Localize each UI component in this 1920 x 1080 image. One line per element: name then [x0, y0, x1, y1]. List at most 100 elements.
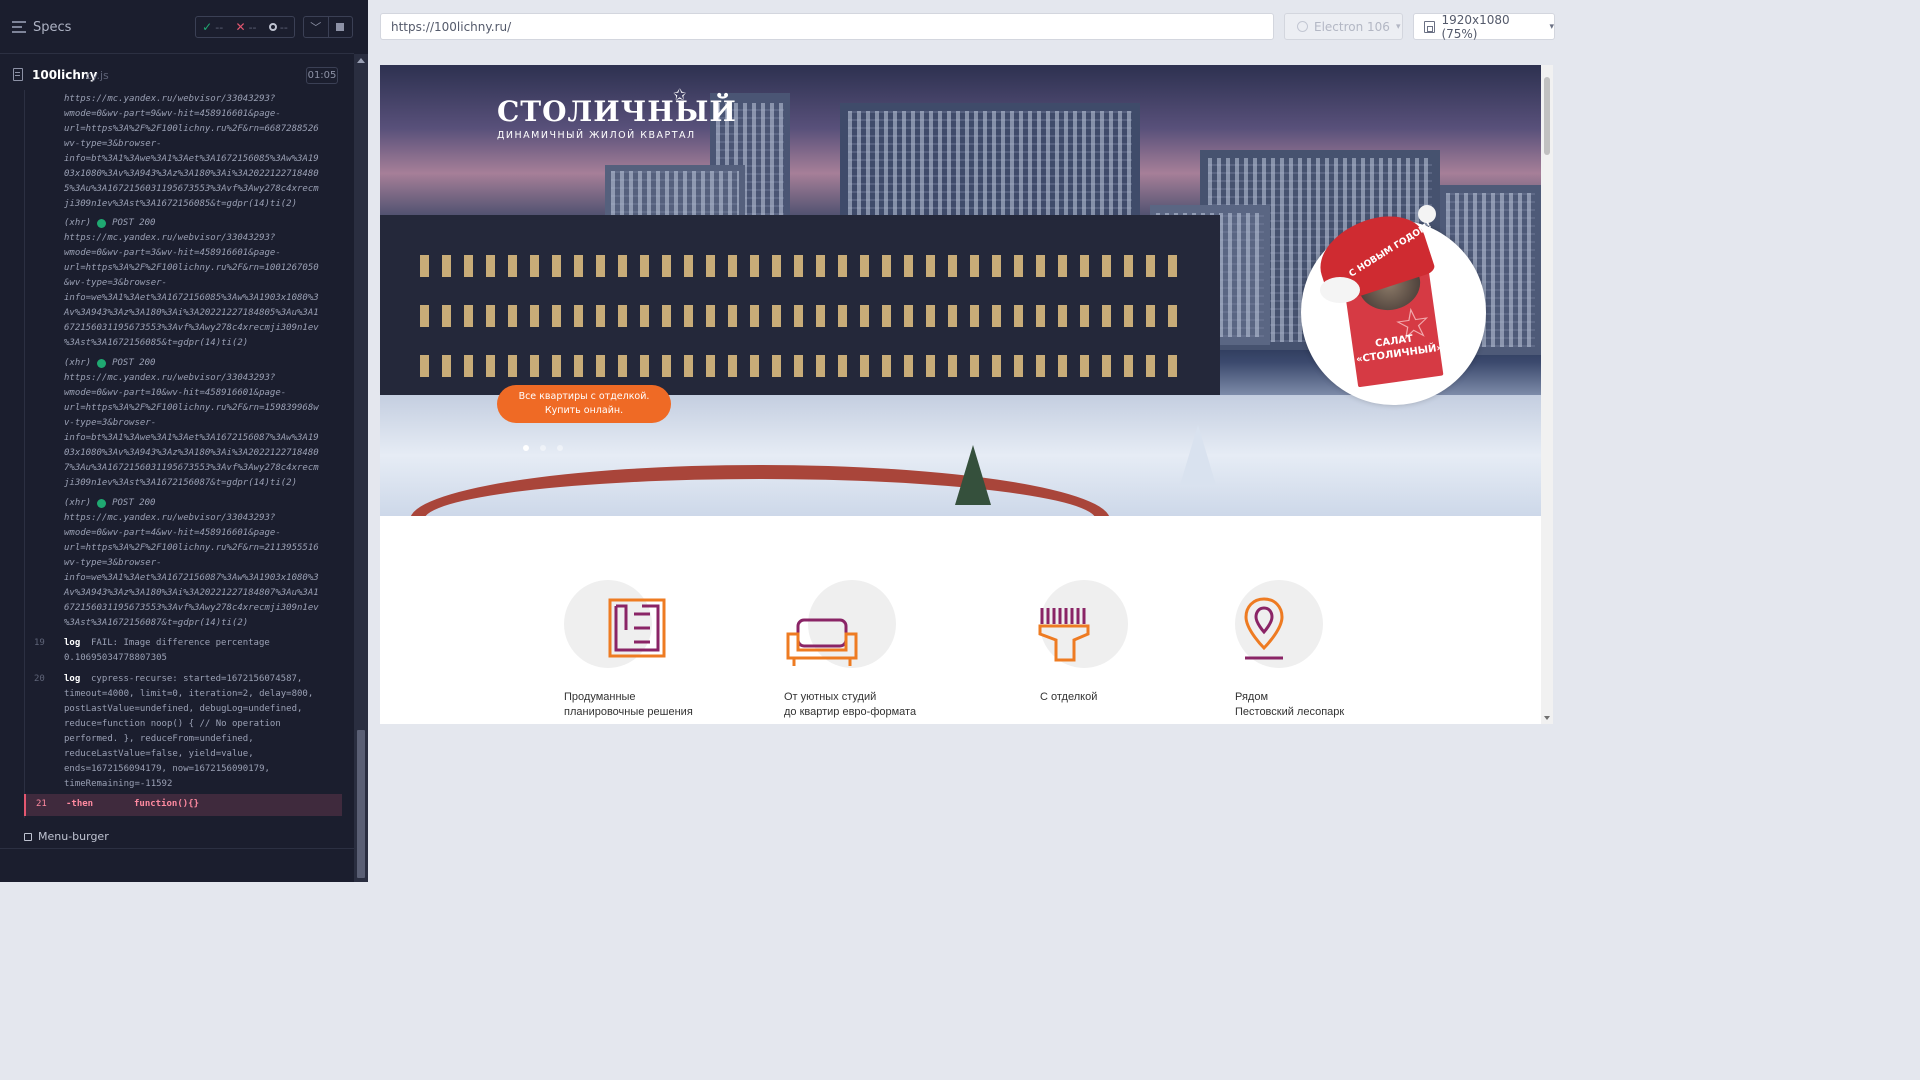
command-name: -then — [66, 799, 94, 809]
cta-line1: Все квартиры с отделкой. — [518, 391, 650, 402]
xhr-url: https://mc.yandex.ru/webvisor/33043293? … — [64, 94, 319, 209]
url-bar[interactable]: https://100lichny.ru/ — [380, 13, 1274, 40]
command-log-scrollbar[interactable] — [354, 54, 368, 882]
status-dot-icon — [97, 499, 107, 508]
snowy-tree — [1180, 425, 1216, 485]
command-message: FAIL: Image difference percentage 0.1069… — [64, 638, 270, 663]
command-message: function(){} — [134, 799, 200, 809]
collapse-button[interactable]: ﹀ — [304, 17, 328, 37]
star-icon: ✩ — [673, 85, 687, 104]
xhr-status: POST 200 — [112, 218, 156, 228]
cta-button[interactable]: Все квартиры с отделкой. Купить онлайн. — [497, 385, 671, 423]
electron-icon — [1297, 21, 1308, 32]
app-under-test[interactable]: СТОЛИЧНЫЙ ДИНАМИЧНЫЙ ЖИЛОЙ КВАРТАЛ ✩ Все… — [380, 65, 1553, 724]
xhr-type: (xhr) — [64, 498, 92, 508]
spec-duration: 01:05 — [306, 67, 338, 84]
test-checkbox-icon — [24, 832, 32, 841]
spec-file-row[interactable]: 100lichny .cy.js 01:05 — [0, 62, 354, 90]
feature-label: С отделкой — [1040, 690, 1240, 705]
feature-line1: С отделкой — [1040, 691, 1098, 703]
divider — [0, 848, 354, 849]
log-entry[interactable]: https://mc.yandex.ru/webvisor/33043293? … — [24, 92, 342, 212]
command-number: 21 — [36, 799, 47, 809]
slider-dot[interactable] — [523, 445, 529, 451]
xhr-status: POST 200 — [112, 498, 156, 508]
feature-label: Рядом Пестовский лесопарк — [1235, 690, 1435, 720]
pending-count: -- — [279, 20, 288, 34]
xhr-label: (xhr) POST 200 — [64, 496, 155, 511]
test-title-label: Menu-burger — [38, 830, 109, 843]
hero-banner[interactable]: СТОЛИЧНЫЙ ДИНАМИЧНЫЙ ЖИЛОЙ КВАРТАЛ ✩ Все… — [380, 65, 1541, 516]
pending-circle-icon — [268, 23, 277, 31]
feature-label: От уютных студий до квартир евро-формата — [784, 690, 984, 720]
specs-label: Specs — [33, 19, 72, 35]
xhr-url: https://mc.yandex.ru/webvisor/33043293? … — [64, 373, 319, 488]
specs-list-icon — [12, 21, 26, 33]
browser-selector[interactable]: Electron 106 ▾ — [1284, 13, 1403, 40]
command-log[interactable]: https://mc.yandex.ru/webvisor/33043293? … — [24, 90, 342, 818]
feature-line2: планировочные решения — [564, 706, 693, 718]
feature-label: Продуманные планировочные решения — [564, 690, 764, 720]
logo-subtitle: ДИНАМИЧНЫЙ ЖИЛОЙ КВАРТАЛ — [497, 130, 696, 141]
cross-icon: ✕ — [235, 20, 246, 34]
status-dot-icon — [97, 359, 107, 368]
scroll-up-icon[interactable] — [357, 58, 365, 63]
command-message: cypress-recurse: started=1672156074587, … — [64, 674, 314, 789]
feature-line1: От уютных студий — [784, 691, 877, 703]
command-log-panel: Specs ✓ -- ✕ -- -- ﹀ 100lichny .cy.js 01… — [0, 0, 368, 882]
chevron-down-icon: ﹀ — [310, 21, 322, 34]
viewport-icon — [1424, 20, 1436, 33]
feature-line2: Пестовский лесопарк — [1235, 706, 1345, 718]
lit-windows — [420, 255, 1180, 277]
passed-count: -- — [215, 20, 224, 34]
xhr-url: https://mc.yandex.ru/webvisor/33043293? … — [64, 233, 319, 348]
pending-stat: -- — [268, 20, 288, 34]
floorplan-icon — [608, 598, 666, 658]
xhr-label: (xhr) POST 200 — [64, 216, 155, 231]
passed-stat: ✓ -- — [202, 20, 223, 34]
lit-windows — [420, 305, 1180, 327]
command-number: 20 — [34, 674, 45, 684]
command-number: 19 — [34, 638, 45, 648]
scroll-thumb[interactable] — [1544, 77, 1550, 155]
feature-line1: Рядом — [1235, 691, 1269, 703]
site-logo[interactable]: СТОЛИЧНЫЙ ДИНАМИЧНЫЙ ЖИЛОЙ КВАРТАЛ ✩ — [497, 85, 737, 141]
xhr-entry[interactable]: (xhr) POST 200 https://mc.yandex.ru/webv… — [24, 356, 342, 492]
log-command[interactable]: 20 log cypress-recurse: started=16721560… — [24, 672, 342, 794]
failed-count: -- — [248, 20, 257, 34]
logo-title: СТОЛИЧНЫЙ — [497, 95, 737, 128]
paint-brush-icon — [1038, 608, 1090, 662]
spec-file-ext: .cy.js — [82, 69, 109, 82]
cta-line2: Купить онлайн. — [544, 405, 624, 416]
school-building — [380, 215, 1220, 415]
specs-button[interactable]: Specs — [12, 16, 71, 38]
feature-line1: Продуманные — [564, 691, 636, 703]
browser-name: Electron 106 — [1314, 19, 1390, 34]
xhr-status: POST 200 — [112, 358, 156, 368]
christmas-tree — [955, 445, 991, 505]
test-title[interactable]: Menu-burger — [24, 830, 109, 843]
viewport-selector[interactable]: 1920x1080 (75%) ▾ — [1413, 12, 1555, 41]
failed-command[interactable]: 21 -then function(){} — [24, 794, 342, 816]
xhr-type: (xhr) — [64, 358, 92, 368]
check-icon: ✓ — [202, 20, 213, 34]
xhr-type: (xhr) — [64, 218, 92, 228]
viewport-size: 1920x1080 (75%) — [1441, 12, 1510, 41]
runner-header: Specs ✓ -- ✕ -- -- ﹀ — [0, 0, 354, 54]
page-scrollbar[interactable] — [1541, 65, 1553, 724]
scroll-down-icon[interactable] — [1544, 716, 1550, 720]
slider-dot[interactable] — [540, 445, 546, 451]
slider-dot[interactable] — [557, 445, 563, 451]
stop-button[interactable] — [327, 17, 353, 37]
status-dot-icon — [97, 219, 107, 228]
lit-windows — [420, 355, 1180, 377]
xhr-entry[interactable]: (xhr) POST 200 https://mc.yandex.ru/webv… — [24, 496, 342, 632]
scroll-thumb[interactable] — [357, 730, 365, 878]
map-pin-icon — [1244, 597, 1284, 660]
log-command[interactable]: 19 log FAIL: Image difference percentage… — [24, 636, 342, 668]
sofa-icon — [786, 618, 858, 666]
xhr-url: https://mc.yandex.ru/webvisor/33043293? … — [64, 513, 319, 628]
xhr-entry[interactable]: (xhr) POST 200 https://mc.yandex.ru/webv… — [24, 216, 342, 352]
chevron-down-icon: ▾ — [1395, 21, 1401, 32]
document-icon — [13, 68, 23, 81]
